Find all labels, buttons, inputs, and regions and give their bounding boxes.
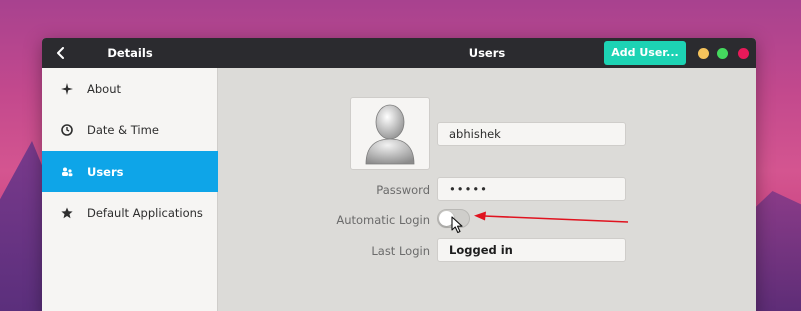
sidebar-item-label: About — [87, 81, 122, 96]
user-avatar-button[interactable] — [350, 97, 430, 170]
mouse-cursor-icon — [451, 216, 463, 234]
last-login-label: Last Login — [371, 244, 430, 258]
minimize-button[interactable] — [698, 48, 709, 59]
close-button[interactable] — [738, 48, 749, 59]
sidebar-item-about[interactable]: About — [42, 68, 218, 109]
last-login-value: Logged in — [437, 238, 626, 262]
maximize-button[interactable] — [717, 48, 728, 59]
sidebar-item-label: Default Applications — [87, 205, 203, 220]
password-label: Password — [376, 183, 430, 197]
page-title: Users — [468, 46, 506, 60]
title-bar: Details Users Add User... — [42, 38, 756, 68]
sidebar-item-label: Date & Time — [87, 122, 159, 137]
clock-icon — [60, 123, 74, 137]
users-icon — [60, 165, 74, 179]
star-sparkle-icon — [60, 82, 74, 96]
sidebar-item-label: Users — [87, 164, 124, 179]
sidebar-item-date-time[interactable]: Date & Time — [42, 109, 218, 150]
add-user-button[interactable]: Add User... — [604, 41, 686, 65]
sidebar: About Date & Time Users Default Applicat… — [42, 68, 218, 311]
password-field[interactable]: ••••• — [437, 177, 626, 201]
username-field[interactable]: abhishek — [437, 122, 626, 146]
sidebar-title: Details — [107, 46, 153, 60]
sidebar-item-default-applications[interactable]: Default Applications — [42, 192, 218, 233]
sidebar-item-users[interactable]: Users — [42, 151, 218, 192]
settings-window: Details Users Add User... About Date & T… — [42, 38, 756, 311]
annotation-arrow — [474, 211, 629, 223]
automatic-login-label: Automatic Login — [336, 213, 430, 227]
avatar-icon — [365, 104, 415, 164]
star-icon — [60, 206, 74, 220]
